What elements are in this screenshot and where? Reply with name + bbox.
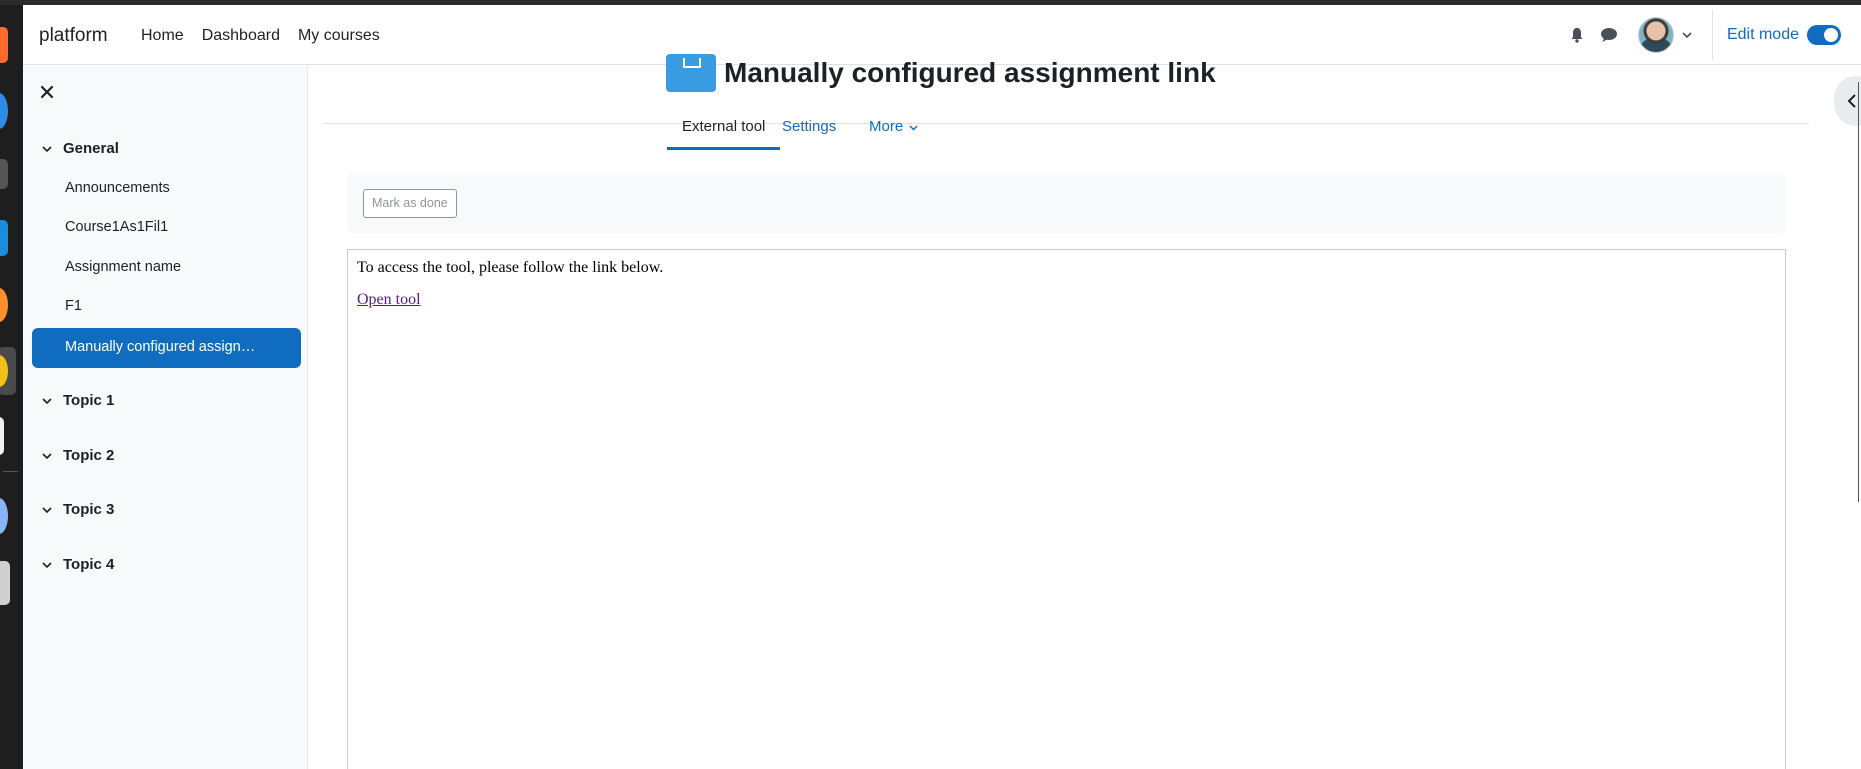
edit-mode-toggle[interactable] bbox=[1807, 25, 1841, 45]
chevron-down-icon bbox=[909, 125, 918, 131]
chevron-down-icon bbox=[42, 397, 52, 404]
section-topic-3[interactable]: Topic 3 bbox=[41, 501, 114, 518]
secondary-navigation: External tool bbox=[324, 92, 1809, 150]
dock-app-vscode[interactable] bbox=[0, 220, 8, 256]
navbar-divider bbox=[1711, 10, 1713, 60]
site-brand[interactable]: platform bbox=[39, 25, 108, 47]
tab-external-tool-label: External tool bbox=[682, 118, 766, 135]
tab-more[interactable]: More bbox=[854, 118, 933, 150]
screen: platform Home Dashboard My courses Edit … bbox=[0, 0, 1861, 769]
scrollbar[interactable] bbox=[1858, 82, 1859, 502]
navbar-right-area: Edit mode bbox=[1566, 5, 1861, 65]
chat-icon[interactable] bbox=[1598, 24, 1620, 46]
external-tool-icon bbox=[666, 54, 716, 92]
section-topic-1-title: Topic 1 bbox=[63, 392, 115, 409]
primary-navigation: Home Dashboard My courses bbox=[141, 27, 380, 45]
dock-app-blue[interactable] bbox=[0, 93, 8, 129]
mark-as-done-button[interactable]: Mark as done bbox=[363, 189, 457, 218]
section-topic-2[interactable]: Topic 2 bbox=[41, 447, 114, 464]
os-dock bbox=[0, 5, 23, 769]
course-item-assignment-name[interactable]: Assignment name bbox=[65, 259, 181, 275]
open-tool-link[interactable]: Open tool bbox=[357, 291, 421, 309]
tool-instruction-text: To access the tool, please follow the li… bbox=[357, 259, 664, 276]
chevron-down-icon[interactable] bbox=[1676, 24, 1698, 46]
course-item-announcements[interactable]: Announcements bbox=[65, 180, 170, 196]
tab-settings-label: Settings bbox=[782, 118, 837, 135]
external-tool-frame: To access the tool, please follow the li… bbox=[347, 249, 1786, 769]
chevron-down-icon bbox=[42, 561, 52, 568]
course-index-drawer: General Announcements Course1As1Fil1 Ass… bbox=[23, 66, 308, 769]
section-general[interactable]: General bbox=[41, 140, 119, 157]
section-topic-3-title: Topic 3 bbox=[63, 501, 115, 518]
dock-app-orange[interactable] bbox=[0, 27, 8, 63]
section-topic-4[interactable]: Topic 4 bbox=[41, 556, 114, 573]
section-general-title: General bbox=[63, 140, 119, 157]
chevron-down-icon bbox=[42, 145, 52, 152]
course-item-manually-configured-active[interactable]: Manually configured assign… bbox=[32, 328, 301, 368]
course-item-course1as1fil1[interactable]: Course1As1Fil1 bbox=[65, 219, 168, 235]
dock-separator bbox=[3, 471, 18, 472]
avatar[interactable] bbox=[1637, 17, 1674, 53]
activity-completion-bar: Mark as done bbox=[347, 173, 1786, 233]
nav-link-my-courses[interactable]: My courses bbox=[298, 27, 380, 45]
chevron-down-icon bbox=[42, 452, 52, 459]
section-topic-1[interactable]: Topic 1 bbox=[41, 392, 114, 409]
edit-mode-label[interactable]: Edit mode bbox=[1727, 26, 1799, 44]
section-topic-4-title: Topic 4 bbox=[63, 556, 115, 573]
tab-external-tool[interactable]: External tool bbox=[667, 118, 781, 150]
bell-icon[interactable] bbox=[1566, 24, 1588, 46]
dock-app-white[interactable] bbox=[0, 417, 4, 455]
section-topic-2-title: Topic 2 bbox=[63, 447, 115, 464]
dock-app-light-blue[interactable] bbox=[0, 498, 8, 534]
main-content: Manually configured assignment link Exte… bbox=[309, 54, 1861, 769]
dock-app-gray[interactable] bbox=[0, 159, 8, 189]
tab-settings[interactable]: Settings bbox=[767, 118, 851, 150]
course-item-f1[interactable]: F1 bbox=[65, 298, 82, 314]
chevron-left-icon bbox=[1847, 94, 1856, 108]
chevron-down-icon bbox=[42, 506, 52, 513]
close-drawer-icon[interactable] bbox=[37, 82, 57, 102]
tab-more-label: More bbox=[869, 118, 904, 135]
dock-app-firefox[interactable] bbox=[0, 288, 8, 322]
nav-link-dashboard[interactable]: Dashboard bbox=[202, 27, 280, 45]
nav-link-home[interactable]: Home bbox=[141, 27, 184, 45]
page-header: Manually configured assignment link bbox=[666, 54, 1216, 92]
page-title: Manually configured assignment link bbox=[724, 57, 1216, 88]
dock-app-files[interactable] bbox=[0, 561, 10, 605]
